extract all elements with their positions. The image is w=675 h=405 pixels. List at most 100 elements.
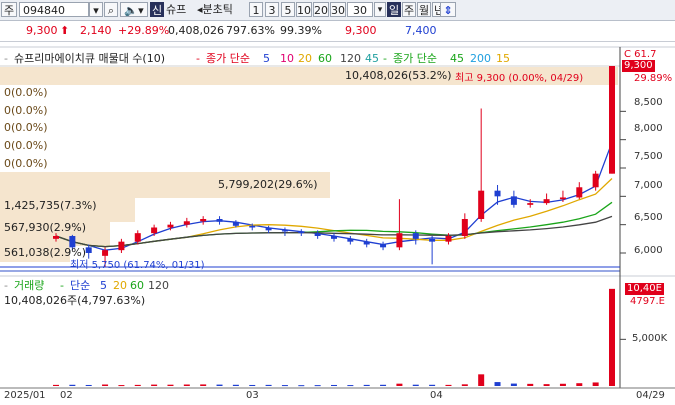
current-price-tag: 9,300	[622, 60, 655, 72]
legend-ma2-15: 15	[496, 52, 510, 65]
volume-tick: 5,000K	[632, 333, 668, 344]
grid-lines	[620, 110, 626, 254]
volume-bar	[200, 384, 207, 386]
volume-rate-label: 4797.E	[630, 296, 665, 307]
chart-legend: - 슈프리마에이치큐 매물대 수(10) - 종가 단순 5 10 20 60 …	[0, 52, 620, 66]
volume-legend-label: 거래량	[14, 279, 45, 292]
volume-bar	[445, 384, 452, 386]
minus-icon: -	[60, 279, 64, 292]
axis-rate-label: 29.89%	[634, 73, 673, 84]
candle-body	[494, 190, 501, 197]
volume-ma5: 5	[100, 279, 107, 292]
legend-ma10: 10	[280, 52, 294, 65]
candle-body	[510, 196, 517, 205]
volume-bar	[412, 384, 419, 386]
candle-body	[134, 233, 141, 242]
volume-bar	[510, 383, 517, 386]
candle-body	[85, 247, 92, 253]
axis-clipped-label: C 61.7	[624, 49, 657, 60]
volume-bar	[281, 385, 288, 387]
profile-top-label: 10,408,026(53.2%)	[345, 69, 452, 82]
date-label: 03	[246, 390, 259, 401]
date-label: 02	[60, 390, 73, 401]
date-label: 04/29	[636, 390, 665, 401]
empty-profile-row: 0(0.0%)	[4, 86, 48, 99]
price-tick: 7,500	[634, 151, 663, 162]
volume-bar	[167, 384, 174, 386]
candle-body	[445, 236, 452, 242]
candle-body	[249, 225, 256, 228]
candle-body	[151, 227, 158, 234]
legend-title: 슈프리마에이치큐 매물대 수(10)	[14, 52, 166, 65]
price-tick: 7,000	[634, 180, 663, 191]
candle-body	[265, 227, 272, 231]
volume-ma20: 20	[113, 279, 127, 292]
candle-body	[167, 224, 174, 228]
volume-bar	[429, 384, 436, 386]
volume-bar	[331, 384, 337, 386]
candle-body	[396, 233, 403, 248]
profile-label: 1,425,735(7.3%)	[4, 199, 97, 212]
candle-body	[609, 66, 615, 174]
legend-ma-label: 종가 단순	[206, 52, 250, 65]
volume-bar	[85, 384, 92, 386]
date-label: 2025/01	[4, 390, 46, 401]
candle-body	[429, 238, 436, 242]
volume-bar	[314, 385, 321, 387]
volume-bar	[559, 383, 566, 386]
candle-body	[592, 173, 599, 188]
minus-icon: -	[383, 52, 387, 65]
volume-bar	[249, 384, 256, 386]
candle-body	[298, 231, 305, 234]
empty-profile-row: 0(0.0%)	[4, 121, 48, 134]
candle-body	[53, 236, 59, 239]
volume-ma-label: 단순	[70, 279, 91, 292]
volume-bar	[543, 384, 550, 386]
volume-bar	[183, 384, 190, 386]
ma-line	[55, 215, 613, 248]
price-tick: 8,000	[634, 123, 663, 134]
candle-body	[118, 241, 125, 251]
low-annotation: 최저 5,750 (61.74%, 01/31)	[70, 260, 205, 271]
candle-body	[412, 233, 419, 239]
volume-ma60: 60	[130, 279, 144, 292]
volume-bar	[592, 382, 599, 386]
minus-icon: -	[196, 52, 200, 65]
date-label: 04	[430, 390, 443, 401]
empty-profile-row: 0(0.0%)	[4, 139, 48, 152]
candle-body	[200, 219, 207, 222]
legend-ma2-45: 45	[450, 52, 464, 65]
volume-bar	[151, 384, 158, 386]
profile-label: 567,930(2.9%)	[4, 221, 87, 234]
legend-ma2-label: 종가 단순	[393, 52, 437, 65]
volume-bar	[102, 384, 109, 386]
volume-bar	[478, 374, 485, 386]
price-tick: 8,500	[634, 97, 663, 108]
candle-body	[543, 199, 550, 204]
volume-bar	[216, 384, 223, 386]
volume-bar	[461, 384, 468, 386]
volume-bar	[527, 383, 534, 386]
high-annotation: 최고 9,300 (0.00%, 04/29)	[455, 73, 584, 84]
candle-body	[363, 241, 370, 245]
candle-body	[314, 233, 321, 236]
candle-body	[559, 197, 566, 200]
volume-bar	[298, 385, 305, 387]
candle-body	[281, 230, 288, 232]
volume-legend: - 거래량 - 단순 5 20 60 120	[0, 279, 300, 293]
minus-icon: -	[4, 52, 8, 65]
legend-ma20: 20	[298, 52, 312, 65]
candle-body	[183, 221, 190, 225]
legend-ma120: 120	[340, 52, 361, 65]
candlesticks	[53, 66, 615, 268]
empty-profile-row: 0(0.0%)	[4, 104, 48, 117]
empty-profile-row: 0(0.0%)	[4, 157, 48, 170]
legend-ma2-200: 200	[470, 52, 491, 65]
candle-body	[347, 238, 354, 242]
candle-body	[461, 219, 468, 236]
legend-ma60: 60	[318, 52, 332, 65]
volume-bar	[609, 288, 615, 386]
candle-body	[102, 250, 109, 256]
candle-body	[527, 203, 534, 205]
price-tick: 6,000	[634, 245, 663, 256]
